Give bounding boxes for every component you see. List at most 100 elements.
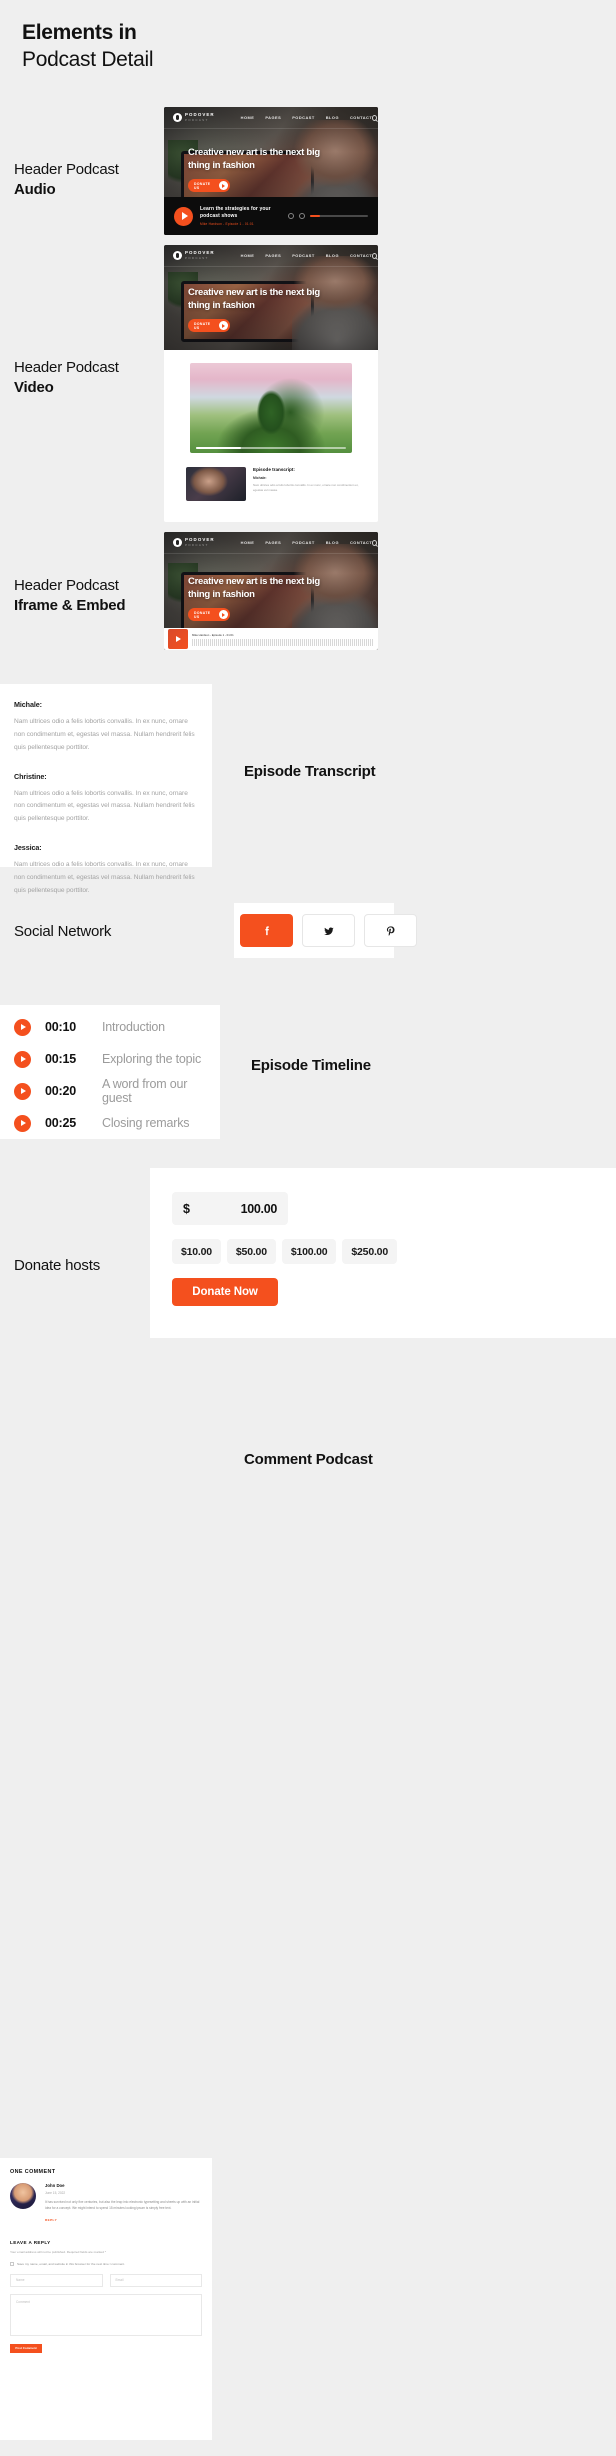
save-info-label: Save my name, email, and website in this… [17,2261,125,2266]
label-audio-bold: Audio [14,180,56,198]
twitter-icon [323,927,334,935]
donate-preset-250[interactable]: $250.00 [342,1239,397,1264]
play-icon[interactable] [14,1082,31,1100]
hero-copy: Creative new art is the next big thing i… [188,287,320,333]
nav-item-home[interactable]: HOME [241,115,255,120]
brand-logo[interactable]: PODOVER PODCAST [173,537,215,547]
nav-item-home[interactable]: HOME [241,540,255,545]
donate-preset-50[interactable]: $50.00 [226,1239,276,1264]
search-icon[interactable] [372,114,378,121]
donate-preset-10[interactable]: $10.00 [172,1239,221,1264]
label-header-podcast-iframe: Header Podcast Iframe & Embed [14,576,126,615]
hero-heading-line2: thing in fashion [188,159,255,171]
search-icon[interactable] [372,539,378,546]
play-icon[interactable] [14,1114,31,1132]
nav-links: HOME PAGES PODCAST BLOG CONTACT [241,253,373,258]
timeline-item[interactable]: 00:25 Closing remarks [14,1107,220,1139]
hero-donate-button[interactable]: DONATE US [188,608,230,622]
reply-form-heading: LEAVE A REPLY [10,2239,51,2245]
timeline-label: Introduction [102,1020,165,1034]
nav-item-home[interactable]: HOME [241,253,255,258]
donate-amount-input[interactable]: $ 100.00 [172,1192,288,1225]
comments-heading: ONE COMMENT [10,2169,56,2175]
nav-item-pages[interactable]: PAGES [265,540,281,545]
brand-logo[interactable]: PODOVER PODCAST [173,112,215,122]
timeline-item[interactable]: 00:10 Introduction [14,1011,220,1043]
donate-now-button[interactable]: Donate Now [172,1278,278,1306]
nav-item-contact[interactable]: CONTACT [350,115,372,120]
checkbox-icon[interactable] [10,2261,14,2266]
comment-textarea[interactable]: Comment [10,2293,202,2336]
player-title-line1: Learn the strategies for your [200,205,271,212]
microphone-icon [173,113,182,122]
pinterest-share-button[interactable] [364,914,417,947]
hero-donate-label: DONATE US [194,181,211,190]
hero-donate-button[interactable]: DONATE US [188,179,230,193]
comment-author: John Doe [45,2183,65,2188]
video-progress-bar[interactable] [196,446,346,449]
hero-donate-button[interactable]: DONATE US [188,319,230,333]
transcript-entry: Jessica: Nam ultrices odio a felis lobor… [14,843,198,898]
brand-subtitle: PODCAST [185,542,209,547]
search-icon[interactable] [372,252,378,259]
social-buttons [240,914,417,947]
label-episode-timeline: Episode Timeline [251,1057,371,1074]
brand-subtitle: PODCAST [185,117,209,122]
embed-title: Mike Hardson - Episode 1 - 01:01 [192,632,234,637]
facebook-share-button[interactable] [240,914,293,947]
embed-player[interactable]: Mike Hardson - Episode 1 - 01:01 [164,628,378,650]
donate-preset-100[interactable]: $100.00 [281,1239,337,1264]
timeline-label: Exploring the topic [102,1052,202,1066]
play-icon[interactable] [14,1050,31,1068]
email-field[interactable]: Email [109,2273,202,2287]
audio-progress-bar[interactable] [310,215,368,217]
nav-item-blog[interactable]: BLOG [326,540,339,545]
card-header-podcast-audio[interactable]: PODOVER PODCAST HOME PAGES PODCAST BLOG … [164,107,378,235]
nav-item-podcast[interactable]: PODCAST [292,540,315,545]
label-header-podcast-video: Header Podcast Video [14,358,119,397]
save-info-checkbox-row[interactable]: Save my name, email, and website in this… [10,2261,202,2266]
transcript-speaker: Michale: [14,700,42,709]
site-navbar: PODOVER PODCAST HOME PAGES PODCAST BLOG … [164,532,378,554]
settings-icon[interactable] [299,213,305,219]
play-icon[interactable] [174,206,193,226]
waveform-icon[interactable] [192,638,374,646]
microphone-icon [173,251,182,260]
timeline-item[interactable]: 00:15 Exploring the topic [14,1043,220,1075]
nav-item-pages[interactable]: PAGES [265,115,281,120]
label-video-bold: Video [14,378,54,396]
nav-item-podcast[interactable]: PODCAST [292,253,315,258]
currency-symbol: $ [183,1201,190,1216]
arrow-icon [219,181,228,191]
label-social-network: Social Network [14,923,112,940]
play-icon[interactable] [168,629,188,649]
nav-item-contact[interactable]: CONTACT [350,253,372,258]
avatar [10,2183,36,2209]
nav-item-blog[interactable]: BLOG [326,253,339,258]
donate-hosts-panel: $ 100.00 $10.00 $50.00 $100.00 $250.00 D… [150,1168,616,1338]
nav-item-contact[interactable]: CONTACT [350,540,372,545]
card-header-podcast-iframe[interactable]: PODOVER PODCAST HOME PAGES PODCAST BLOG … [164,532,378,650]
reply-link[interactable]: REPLY [45,2218,202,2222]
video-player[interactable] [190,363,352,453]
nav-item-pages[interactable]: PAGES [265,253,281,258]
nav-item-blog[interactable]: BLOG [326,115,339,120]
volume-icon[interactable] [288,213,294,219]
card-header-podcast-video[interactable]: PODOVER PODCAST HOME PAGES PODCAST BLOG … [164,245,378,522]
hero-heading-line1: Creative new art is the next big [188,147,320,158]
donate-amount-value: 100.00 [240,1201,278,1216]
twitter-share-button[interactable] [302,914,355,947]
name-field[interactable]: Name [10,2273,103,2287]
hero-donate-label: DONATE US [194,321,211,330]
nav-item-podcast[interactable]: PODCAST [292,115,315,120]
timeline-label: A word from our guest [101,1077,188,1105]
post-comment-button[interactable]: Post Comment [10,2343,42,2353]
player-meta-text: Mike Hardson - Episode 1 - 01:01 [200,222,254,227]
play-icon[interactable] [14,1018,31,1036]
timeline-item[interactable]: 00:20 A word from our guest [14,1075,220,1107]
audio-player[interactable]: Learn the strategies for your podcast sh… [164,197,378,235]
hero-heading-line2: thing in fashion [188,588,255,600]
label-donate-hosts: Donate hosts [14,1257,100,1274]
brand-logo[interactable]: PODOVER PODCAST [173,250,215,260]
site-navbar: PODOVER PODCAST HOME PAGES PODCAST BLOG … [164,245,378,267]
